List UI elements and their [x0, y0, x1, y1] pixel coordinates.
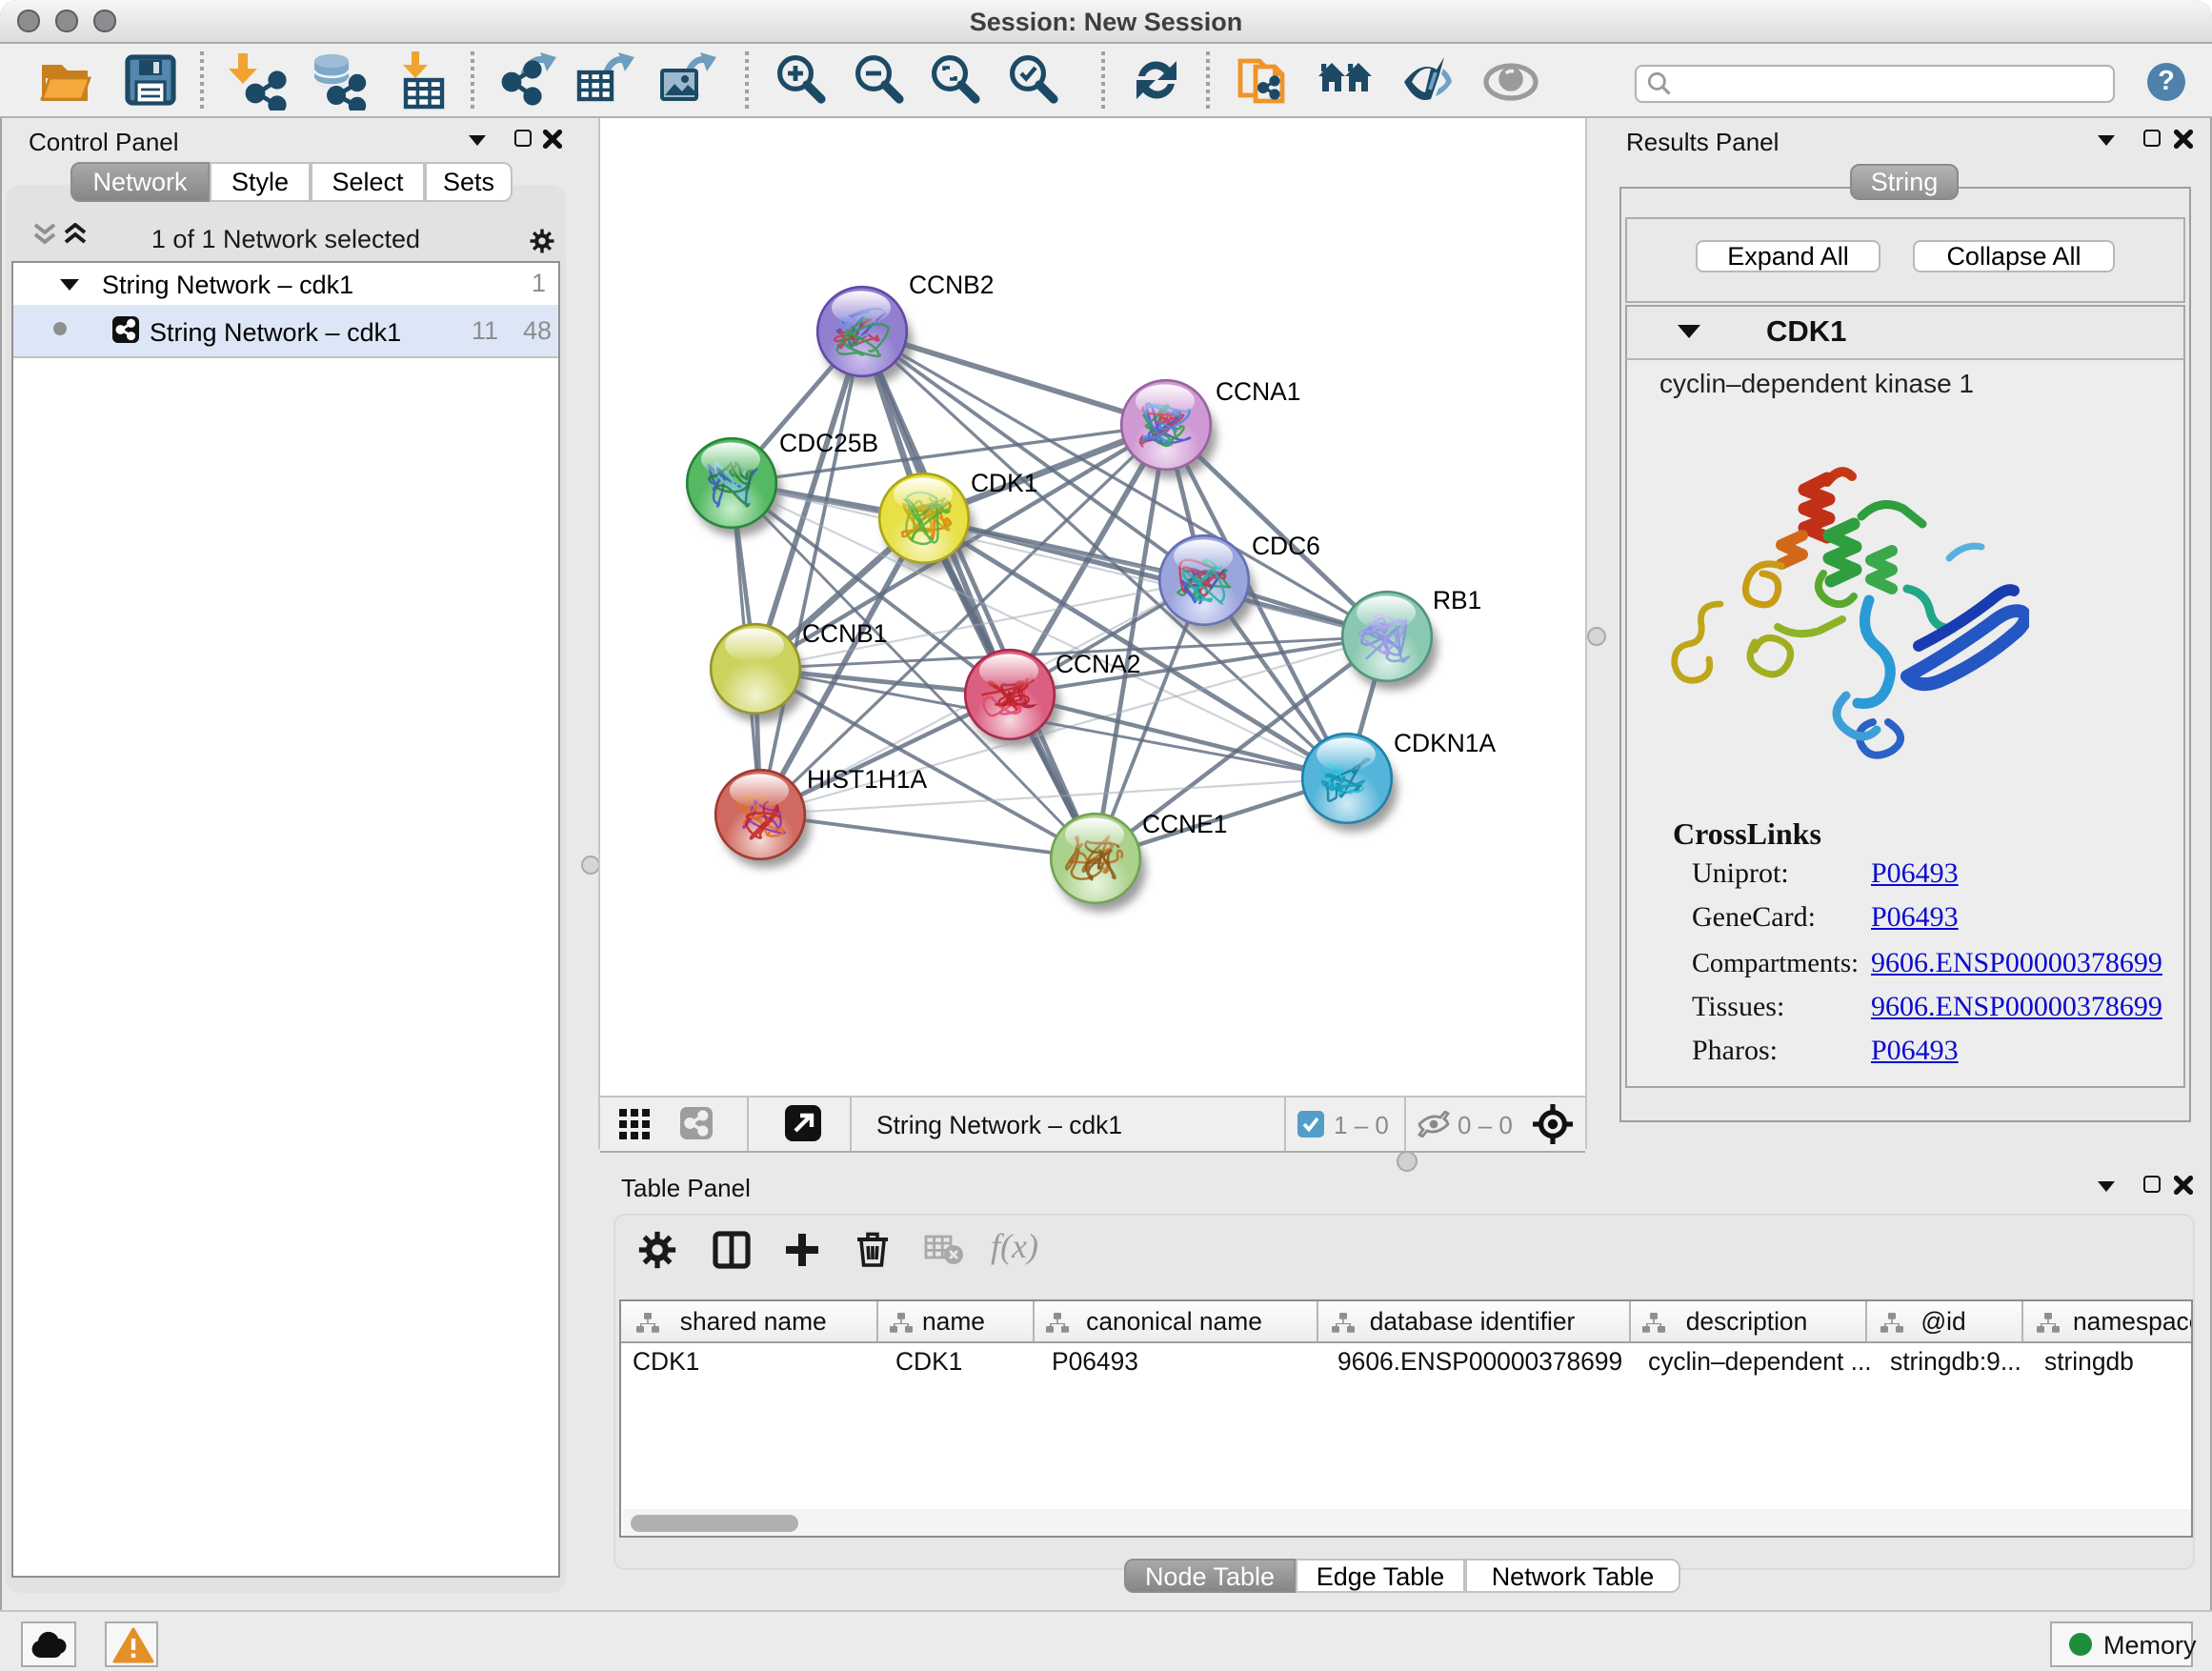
- svg-text:CDC25B: CDC25B: [779, 429, 878, 457]
- svg-text:RB1: RB1: [1433, 586, 1481, 614]
- svg-text:CDK1: CDK1: [971, 469, 1037, 497]
- svg-text:CDKN1A: CDKN1A: [1394, 729, 1496, 757]
- svg-text:CCNA2: CCNA2: [1056, 650, 1140, 678]
- svg-text:CDC6: CDC6: [1252, 532, 1320, 560]
- svg-text:CCNA1: CCNA1: [1216, 377, 1300, 406]
- svg-text:HIST1H1A: HIST1H1A: [807, 765, 928, 794]
- svg-text:CCNE1: CCNE1: [1142, 810, 1227, 838]
- svg-text:CCNB1: CCNB1: [802, 619, 887, 648]
- svg-text:CCNB2: CCNB2: [909, 271, 994, 299]
